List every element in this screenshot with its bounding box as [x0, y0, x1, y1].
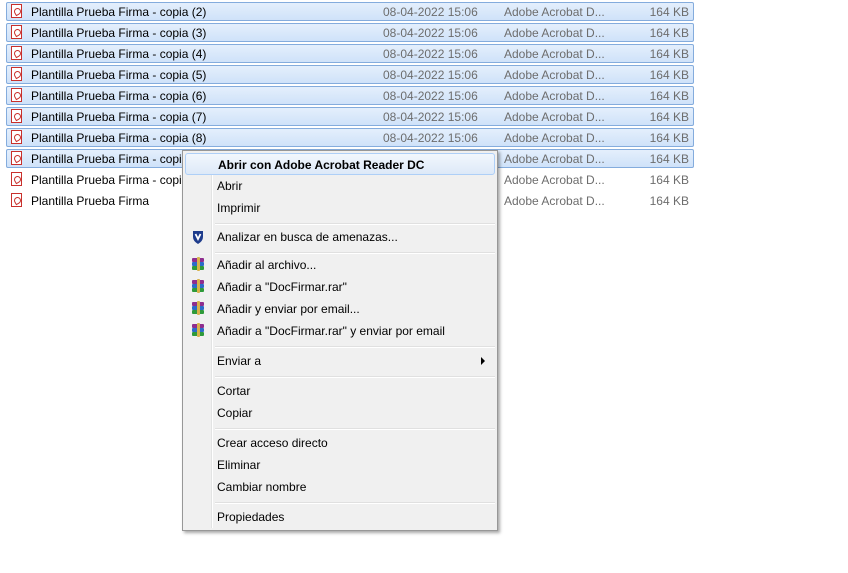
menu-item-label: Añadir a "DocFirmar.rar" y enviar por em…	[217, 324, 445, 338]
menu-separator	[215, 346, 495, 348]
file-date: 08-04-2022 15:06	[383, 131, 478, 145]
file-size: 164 KB	[649, 173, 689, 187]
pdf-file-icon	[11, 193, 22, 207]
menu-item-label: Abrir con Adobe Acrobat Reader DC	[218, 158, 425, 172]
context-menu: Abrir con Adobe Acrobat Reader DC Abrir …	[182, 150, 498, 531]
winrar-icon	[190, 279, 206, 295]
menu-item-label: Cortar	[217, 384, 251, 398]
file-name: Plantilla Prueba Firma - copia	[31, 173, 189, 187]
pdf-file-icon	[11, 46, 22, 60]
file-date: 08-04-2022 15:06	[383, 26, 478, 40]
file-size: 164 KB	[649, 5, 689, 19]
file-name: Plantilla Prueba Firma - copia (6)	[31, 89, 207, 103]
file-row[interactable]: Plantilla Prueba Firma - copia (5) 08-04-…	[6, 65, 694, 84]
menu-separator	[215, 376, 495, 378]
pdf-file-icon	[11, 4, 22, 18]
file-row[interactable]: Plantilla Prueba Firma - copia (4) 08-04-…	[6, 44, 694, 63]
submenu-arrow-icon	[481, 357, 485, 365]
file-name: Plantilla Prueba Firma - copia (7)	[31, 110, 207, 124]
file-date: 08-04-2022 15:06	[383, 5, 478, 19]
file-type: Adobe Acrobat D...	[504, 131, 605, 145]
file-date: 08-04-2022 15:06	[383, 47, 478, 61]
menu-item-label: Copiar	[217, 406, 253, 420]
file-row[interactable]: Plantilla Prueba Firma - copia (7) 08-04-…	[6, 107, 694, 126]
menu-item-open[interactable]: Abrir	[185, 175, 495, 197]
menu-item-create-shortcut[interactable]: Crear acceso directo	[185, 432, 495, 454]
file-type: Adobe Acrobat D...	[504, 26, 605, 40]
file-type: Adobe Acrobat D...	[504, 194, 605, 208]
file-size: 164 KB	[649, 110, 689, 124]
file-date: 08-04-2022 15:06	[383, 68, 478, 82]
pdf-file-icon	[11, 88, 22, 102]
file-date: 08-04-2022 15:06	[383, 110, 478, 124]
file-name: Plantilla Prueba Firma	[31, 194, 150, 208]
file-row[interactable]: Plantilla Prueba Firma - copia (8) 08-04-…	[6, 128, 694, 147]
file-size: 164 KB	[649, 89, 689, 103]
file-name: Plantilla Prueba Firma - copia	[31, 152, 189, 166]
file-name: Plantilla Prueba Firma - copia (5)	[31, 68, 207, 82]
menu-item-scan-threats[interactable]: Analizar en busca de amenazas...	[185, 226, 495, 248]
pdf-file-icon	[11, 172, 22, 186]
file-size: 164 KB	[649, 131, 689, 145]
file-type: Adobe Acrobat D...	[504, 152, 605, 166]
file-name: Plantilla Prueba Firma - copia (4)	[31, 47, 207, 61]
pdf-file-icon	[11, 67, 22, 81]
menu-item-send-to[interactable]: Enviar a	[185, 350, 495, 372]
pdf-file-icon	[11, 25, 22, 39]
menu-item-label: Crear acceso directo	[217, 436, 328, 450]
file-type: Adobe Acrobat D...	[504, 89, 605, 103]
file-size: 164 KB	[649, 194, 689, 208]
menu-item-label: Imprimir	[217, 201, 261, 215]
menu-item-add-to-rar[interactable]: Añadir a "DocFirmar.rar"	[185, 276, 495, 298]
menu-item-properties[interactable]: Propiedades	[185, 506, 495, 528]
menu-item-label: Propiedades	[217, 510, 285, 524]
file-type: Adobe Acrobat D...	[504, 110, 605, 124]
pdf-file-icon	[11, 130, 22, 144]
file-size: 164 KB	[649, 152, 689, 166]
menu-item-label: Enviar a	[217, 354, 262, 368]
winrar-icon	[190, 323, 206, 339]
file-type: Adobe Acrobat D...	[504, 47, 605, 61]
menu-item-label: Abrir	[217, 179, 243, 193]
shield-icon	[193, 231, 203, 244]
pdf-file-icon	[11, 151, 22, 165]
menu-item-label: Añadir a "DocFirmar.rar"	[217, 280, 347, 294]
file-type: Adobe Acrobat D...	[504, 5, 605, 19]
file-row[interactable]: Plantilla Prueba Firma - copia (2) 08-04-…	[6, 2, 694, 21]
winrar-icon	[190, 301, 206, 317]
menu-item-label: Cambiar nombre	[217, 480, 307, 494]
menu-item-cut[interactable]: Cortar	[185, 380, 495, 402]
menu-item-copy[interactable]: Copiar	[185, 402, 495, 424]
menu-item-label: Añadir y enviar por email...	[217, 302, 360, 316]
pdf-file-icon	[11, 109, 22, 123]
file-type: Adobe Acrobat D...	[504, 173, 605, 187]
file-date: 08-04-2022 15:06	[383, 89, 478, 103]
menu-separator	[215, 428, 495, 430]
menu-item-print[interactable]: Imprimir	[185, 197, 495, 219]
file-type: Adobe Acrobat D...	[504, 68, 605, 82]
menu-item-add-and-email[interactable]: Añadir y enviar por email...	[185, 298, 495, 320]
file-size: 164 KB	[649, 47, 689, 61]
file-row[interactable]: Plantilla Prueba Firma - copia (3) 08-04-…	[6, 23, 694, 42]
file-name: Plantilla Prueba Firma - copia (8)	[31, 131, 207, 145]
menu-item-label: Analizar en busca de amenazas...	[217, 230, 398, 244]
menu-item-open-with-acrobat[interactable]: Abrir con Adobe Acrobat Reader DC	[185, 153, 495, 175]
file-size: 164 KB	[649, 26, 689, 40]
menu-separator	[215, 502, 495, 504]
file-size: 164 KB	[649, 68, 689, 82]
menu-item-add-rar-and-email[interactable]: Añadir a "DocFirmar.rar" y enviar por em…	[185, 320, 495, 342]
winrar-icon	[190, 257, 206, 273]
menu-item-add-to-archive[interactable]: Añadir al archivo...	[185, 254, 495, 276]
menu-item-delete[interactable]: Eliminar	[185, 454, 495, 476]
menu-item-rename[interactable]: Cambiar nombre	[185, 476, 495, 498]
menu-item-label: Eliminar	[217, 458, 261, 472]
file-row[interactable]: Plantilla Prueba Firma - copia (6) 08-04-…	[6, 86, 694, 105]
menu-item-label: Añadir al archivo...	[217, 258, 317, 272]
file-name: Plantilla Prueba Firma - copia (3)	[31, 26, 207, 40]
file-name: Plantilla Prueba Firma - copia (2)	[31, 5, 207, 19]
menu-separator	[215, 223, 495, 225]
